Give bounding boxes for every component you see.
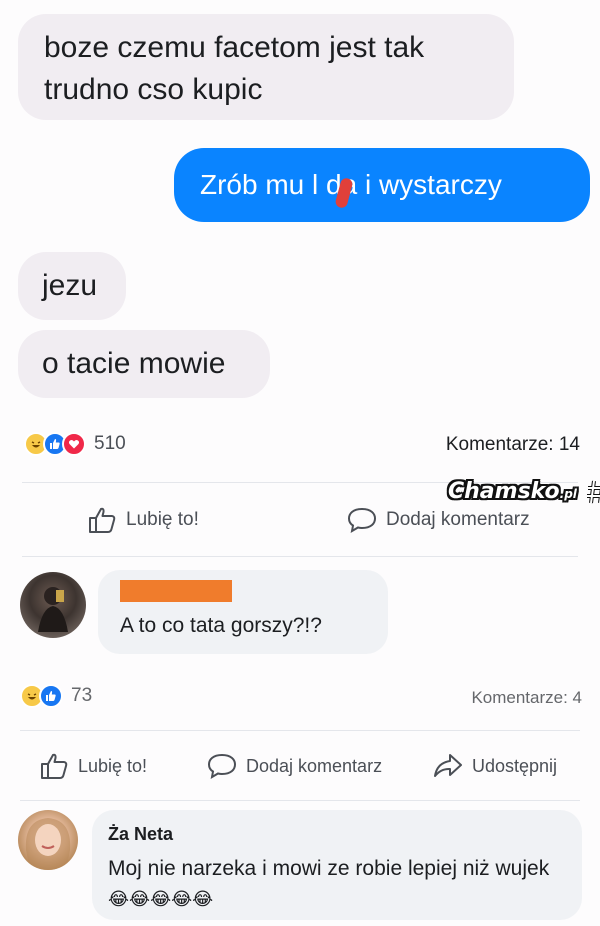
share-icon — [434, 754, 462, 777]
comment-2-author[interactable]: Ża Neta — [108, 824, 173, 845]
thumbs-up-icon — [41, 753, 68, 779]
incoming-message-2: jezu — [18, 252, 126, 320]
incoming-message-1: boze czemu facetom jest tak trudno cso k… — [18, 14, 514, 120]
comment-1-comment-button[interactable]: Dodaj komentarz — [206, 752, 382, 780]
comment-icon — [207, 753, 237, 779]
comment-1-like-button[interactable]: Lubię to! — [40, 752, 147, 780]
post-like-button[interactable]: Lubię to! — [88, 506, 199, 534]
comment-1-reactions-count: 73 — [71, 685, 93, 706]
comment-2-bubble: Ża Neta Moj nie narzeka i mowi ze robie … — [92, 810, 582, 920]
comment-1-comments-count[interactable]: Komentarze: 4 — [471, 688, 582, 708]
comment-1-like-label: Lubię to! — [78, 755, 148, 776]
comment-1-share-label: Udostępnij — [472, 755, 558, 776]
post-comment-label: Dodaj komentarz — [386, 509, 530, 530]
comment-2-text-content: Moj nie narzeka i mowi ze robie lepiej n… — [108, 857, 550, 880]
hash-icon — [586, 480, 600, 504]
post-reactions[interactable]: 510 — [24, 432, 126, 456]
comment-1-comment-label: Dodaj komentarz — [246, 755, 383, 776]
comment-2-emoji: 😂😂😂😂😂 — [108, 889, 214, 910]
thumbs-up-icon — [89, 507, 116, 533]
post-divider-bottom — [22, 556, 578, 557]
post-reactions-count: 510 — [94, 433, 126, 454]
comment-1-divider-bottom — [20, 800, 580, 801]
incoming-message-1-text: boze czemu facetom jest tak trudno cso k… — [44, 31, 425, 106]
post-comment-button[interactable]: Dodaj komentarz — [346, 506, 530, 534]
love-icon — [62, 432, 86, 456]
comment-2-text: Moj nie narzeka i mowi ze robie lepiej n… — [108, 854, 558, 915]
comment-2-avatar[interactable] — [18, 810, 78, 870]
incoming-message-3-text: o tacie mowie — [42, 347, 226, 380]
watermark: Chamsko.pl — [448, 478, 600, 506]
incoming-message-3: o tacie mowie — [18, 330, 270, 398]
outgoing-message-1: Zrób mu l da i wystarczy — [174, 148, 590, 222]
incoming-message-2-text: jezu — [42, 269, 98, 302]
like-icon — [39, 684, 63, 708]
comment-1-author-redacted — [120, 580, 232, 602]
comment-icon — [347, 507, 377, 533]
comment-1-divider-top — [20, 730, 580, 731]
watermark-suffix: .pl — [559, 487, 577, 501]
comment-1-bubble: A to co tata gorszy?!? — [98, 570, 388, 654]
comment-1-avatar[interactable] — [20, 572, 86, 638]
comment-1-text: A to co tata gorszy?!? — [120, 614, 322, 637]
watermark-text: Chamsko — [448, 479, 560, 504]
comment-1-reactions[interactable]: 73 — [20, 684, 92, 708]
post-like-label: Lubię to! — [126, 509, 199, 530]
comment-1-share-button[interactable]: Udostępnij — [432, 752, 557, 780]
post-comments-count[interactable]: Komentarze: 14 — [446, 434, 580, 456]
